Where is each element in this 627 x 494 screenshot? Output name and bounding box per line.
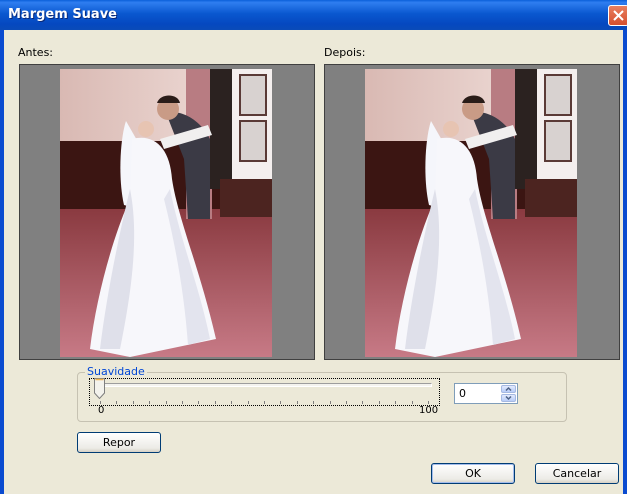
- cancel-button[interactable]: Cancelar: [535, 463, 619, 484]
- spin-down-button[interactable]: [501, 394, 516, 402]
- before-label: Antes:: [18, 46, 54, 59]
- window-title: Margem Suave: [8, 7, 117, 22]
- window-frame-right: [623, 30, 627, 494]
- slider-tick: [248, 401, 249, 404]
- slider-tick: [149, 401, 150, 404]
- slider-tick: [215, 401, 216, 404]
- slider-tick: [133, 401, 134, 404]
- ok-button[interactable]: OK: [431, 463, 515, 484]
- after-label: Depois:: [324, 46, 366, 59]
- slider-tick: [313, 401, 314, 404]
- spin-up-button[interactable]: [501, 385, 516, 393]
- softness-value[interactable]: 0: [459, 387, 466, 400]
- slider-tick: [198, 401, 199, 404]
- slider-tick: [166, 401, 167, 404]
- slider-tick: [346, 401, 347, 404]
- slider-tick: [297, 401, 298, 404]
- before-preview: [19, 64, 315, 360]
- softness-max-label: 100: [419, 405, 439, 416]
- arrow-up-icon: [505, 386, 512, 392]
- window-frame-left: [0, 30, 4, 494]
- close-button[interactable]: [608, 5, 627, 26]
- after-preview: [324, 64, 620, 360]
- before-photo: [60, 69, 272, 357]
- slider-tick: [330, 401, 331, 404]
- slider-tick: [264, 401, 265, 404]
- reset-button[interactable]: Repor: [77, 432, 161, 453]
- slider-tick: [116, 401, 117, 404]
- softness-min-label: 0: [98, 405, 105, 416]
- slider-tick: [412, 401, 413, 404]
- softness-slider-thumb[interactable]: [94, 378, 105, 400]
- softness-group-label: Suavidade: [85, 365, 147, 378]
- after-photo: [365, 69, 577, 357]
- slider-tick: [280, 401, 281, 404]
- slider-tick: [428, 401, 429, 404]
- slider-tick: [362, 401, 363, 404]
- softness-slider-ticks: [100, 401, 429, 405]
- slider-tick: [379, 401, 380, 404]
- slider-tick: [100, 401, 101, 404]
- softness-slider-track[interactable]: [96, 383, 432, 387]
- arrow-down-icon: [505, 395, 512, 401]
- title-bar[interactable]: Margem Suave: [0, 0, 627, 30]
- softness-value-spinner[interactable]: 0: [454, 383, 518, 404]
- close-icon: [613, 10, 624, 21]
- slider-tick: [231, 401, 232, 404]
- slider-tick: [395, 401, 396, 404]
- slider-tick: [182, 401, 183, 404]
